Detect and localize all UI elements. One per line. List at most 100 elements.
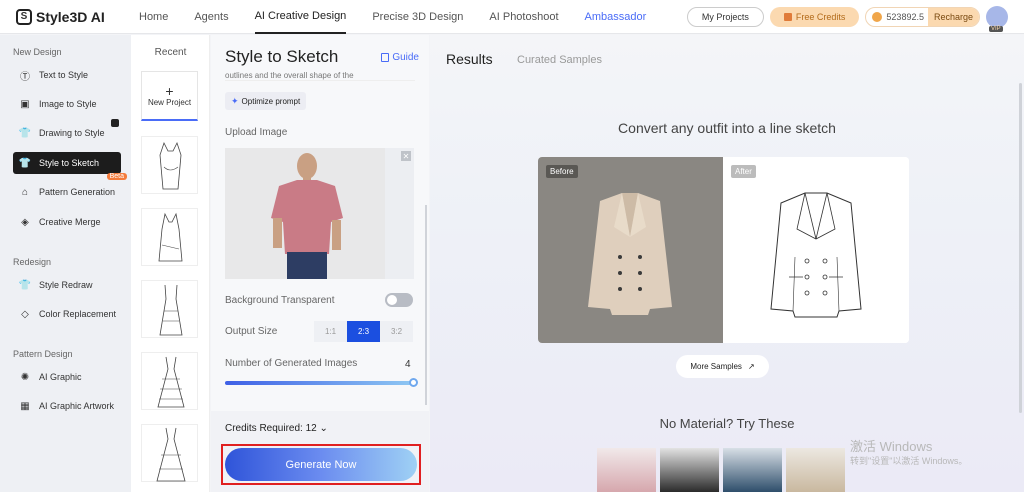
book-icon: [381, 53, 390, 62]
uploaded-image: [225, 148, 385, 279]
tab-results[interactable]: Results: [446, 51, 493, 67]
sidebar-item-text-to-style[interactable]: Ⓣ Text to Style: [13, 64, 121, 86]
nav-ambassador[interactable]: Ambassador: [585, 0, 647, 34]
sample-material-image[interactable]: [723, 448, 782, 492]
sidebar-item-label: Text to Style: [39, 70, 89, 80]
recent-thumbnail[interactable]: [141, 352, 198, 410]
my-projects-button[interactable]: My Projects: [686, 7, 764, 27]
size-option-1-1[interactable]: 1:1: [314, 321, 347, 342]
panel-scrollbar[interactable]: [425, 205, 427, 405]
guide-link[interactable]: Guide: [381, 52, 419, 63]
arrow-up-right-icon: ↗: [747, 362, 755, 371]
sidebar-item-label: Creative Merge: [39, 217, 101, 227]
brand-name: Style3D AI: [36, 8, 105, 25]
balance-value: 523892.5: [886, 12, 924, 22]
sidebar-item-image-to-style[interactable]: ▣ Image to Style: [13, 93, 121, 115]
page-title: Style to Sketch: [225, 47, 339, 66]
nav-home[interactable]: Home: [139, 0, 168, 34]
more-samples-label: More Samples: [690, 362, 742, 371]
free-credits-button[interactable]: Free Credits: [769, 7, 860, 27]
windows-activation-watermark: 激活 Windows 转到"设置"以激活 Windows。: [850, 439, 967, 469]
recent-title: Recent: [154, 47, 187, 58]
bg-transparent-toggle[interactable]: [385, 293, 413, 307]
account-area: My Projects Free Credits 523892.5 Rechar…: [686, 6, 1008, 32]
top-navigation: S Style3D AI Home Agents AI Creative Des…: [0, 0, 1024, 34]
generate-now-button[interactable]: Generate Now: [225, 448, 417, 481]
artwork-icon: ▦: [20, 400, 30, 412]
section-pattern-design: Pattern Design: [13, 349, 73, 359]
credits-required-label: Credits Required: 12: [225, 423, 317, 434]
upload-image-label: Upload Image: [225, 127, 288, 138]
watermark-line1: 激活 Windows: [850, 439, 933, 454]
sidebar-item-label: Color Replacement: [39, 309, 117, 319]
recent-thumbnail[interactable]: [141, 136, 198, 194]
recharge-button[interactable]: Recharge: [927, 8, 979, 26]
free-credits-label: Free Credits: [795, 12, 846, 22]
before-after-comparison: Before After: [538, 157, 909, 343]
nav-agents[interactable]: Agents: [194, 0, 228, 34]
sample-materials: [597, 448, 845, 492]
sidebar-item-label: Style to Sketch: [39, 158, 100, 168]
upload-image-dropzone[interactable]: ✕: [225, 148, 414, 279]
sidebar-item-style-to-sketch[interactable]: 👕 Style to Sketch: [13, 152, 121, 174]
tab-curated-samples[interactable]: Curated Samples: [517, 54, 602, 66]
results-area: Results Curated Samples Convert any outf…: [430, 35, 1024, 492]
size-option-2-3[interactable]: 2:3: [347, 321, 380, 342]
sample-material-image[interactable]: [786, 448, 845, 492]
generate-highlight: Generate Now: [221, 444, 421, 485]
sidebar-item-label: Drawing to Style: [39, 128, 105, 138]
sidebar-item-drawing-to-style[interactable]: 👕 Drawing to Style: [13, 119, 121, 144]
more-samples-button[interactable]: More Samples ↗: [676, 355, 769, 378]
image-icon: ▣: [20, 98, 30, 110]
sidebar-item-color-replacement[interactable]: ◇ Color Replacement: [13, 303, 121, 325]
settings-panel: Style to Sketch Guide outlines and the o…: [211, 35, 429, 492]
magic-wand-icon: ✦: [231, 95, 239, 106]
recent-projects: Recent + New Project: [131, 35, 210, 492]
credits-required[interactable]: Credits Required: 12 ⌄: [225, 423, 328, 434]
plus-icon: +: [165, 83, 174, 99]
sample-material-image[interactable]: [660, 448, 719, 492]
sidebar-item-ai-graphic[interactable]: ✺ AI Graphic: [13, 366, 121, 388]
num-images-label: Number of Generated Images: [225, 358, 358, 369]
brand-logo[interactable]: S Style3D AI: [16, 8, 126, 25]
coin-icon: [872, 12, 883, 22]
sidebar-item-style-redraw[interactable]: 👕 Style Redraw: [13, 274, 121, 296]
num-images-slider[interactable]: [225, 378, 418, 387]
output-size-label: Output Size: [225, 326, 278, 337]
no-material-heading: No Material? Try These: [659, 416, 795, 431]
tool-sidebar: New Design Ⓣ Text to Style ▣ Image to Styl…: [0, 35, 131, 492]
recent-thumbnail[interactable]: [141, 280, 198, 338]
sidebar-item-label: Style Redraw: [39, 280, 93, 290]
sidebar-item-pattern-generation[interactable]: ⌂ Pattern Generation Beta: [13, 173, 127, 203]
size-option-3-2[interactable]: 3:2: [380, 321, 413, 342]
before-image: Before: [538, 157, 723, 343]
optimize-prompt-label: Optimize prompt: [241, 96, 301, 106]
nav-ai-photoshoot[interactable]: AI Photoshoot: [489, 0, 558, 34]
shirt-icon: 👕: [18, 127, 32, 139]
guide-label: Guide: [392, 52, 419, 63]
sample-material-image[interactable]: [597, 448, 656, 492]
prompt-textarea[interactable]: outlines and the overall shape of the: [225, 71, 415, 81]
sidebar-item-label: Image to Style: [39, 99, 97, 109]
sidebar-item-label: Pattern Generation: [39, 187, 116, 197]
merge-icon: ◈: [21, 216, 29, 228]
new-project-label: New Project: [147, 98, 192, 107]
sidebar-item-label: AI Graphic Artwork: [39, 401, 115, 411]
new-project-button[interactable]: + New Project: [141, 71, 198, 121]
nav-precise-3d-design[interactable]: Precise 3D Design: [372, 0, 463, 34]
sidebar-item-creative-merge[interactable]: ◈ Creative Merge: [13, 211, 121, 233]
slider-handle[interactable]: [409, 378, 418, 387]
results-heading: Convert any outfit into a line sketch: [618, 120, 836, 136]
remove-image-icon[interactable]: ✕: [401, 151, 411, 161]
nav-ai-creative-design[interactable]: AI Creative Design: [254, 0, 347, 34]
output-size-selector: 1:1 2:3 3:2: [314, 321, 413, 342]
text-icon: Ⓣ: [20, 71, 30, 83]
optimize-prompt-button[interactable]: ✦ Optimize prompt: [225, 92, 307, 110]
paint-icon: ◇: [21, 308, 29, 320]
recent-thumbnail[interactable]: [141, 424, 198, 482]
sidebar-item-label: AI Graphic: [39, 372, 82, 382]
recent-thumbnail[interactable]: [141, 208, 198, 266]
avatar[interactable]: VIP: [986, 6, 1008, 32]
sidebar-item-ai-graphic-artwork[interactable]: ▦ AI Graphic Artwork: [13, 395, 121, 417]
before-tag: Before: [546, 165, 578, 178]
